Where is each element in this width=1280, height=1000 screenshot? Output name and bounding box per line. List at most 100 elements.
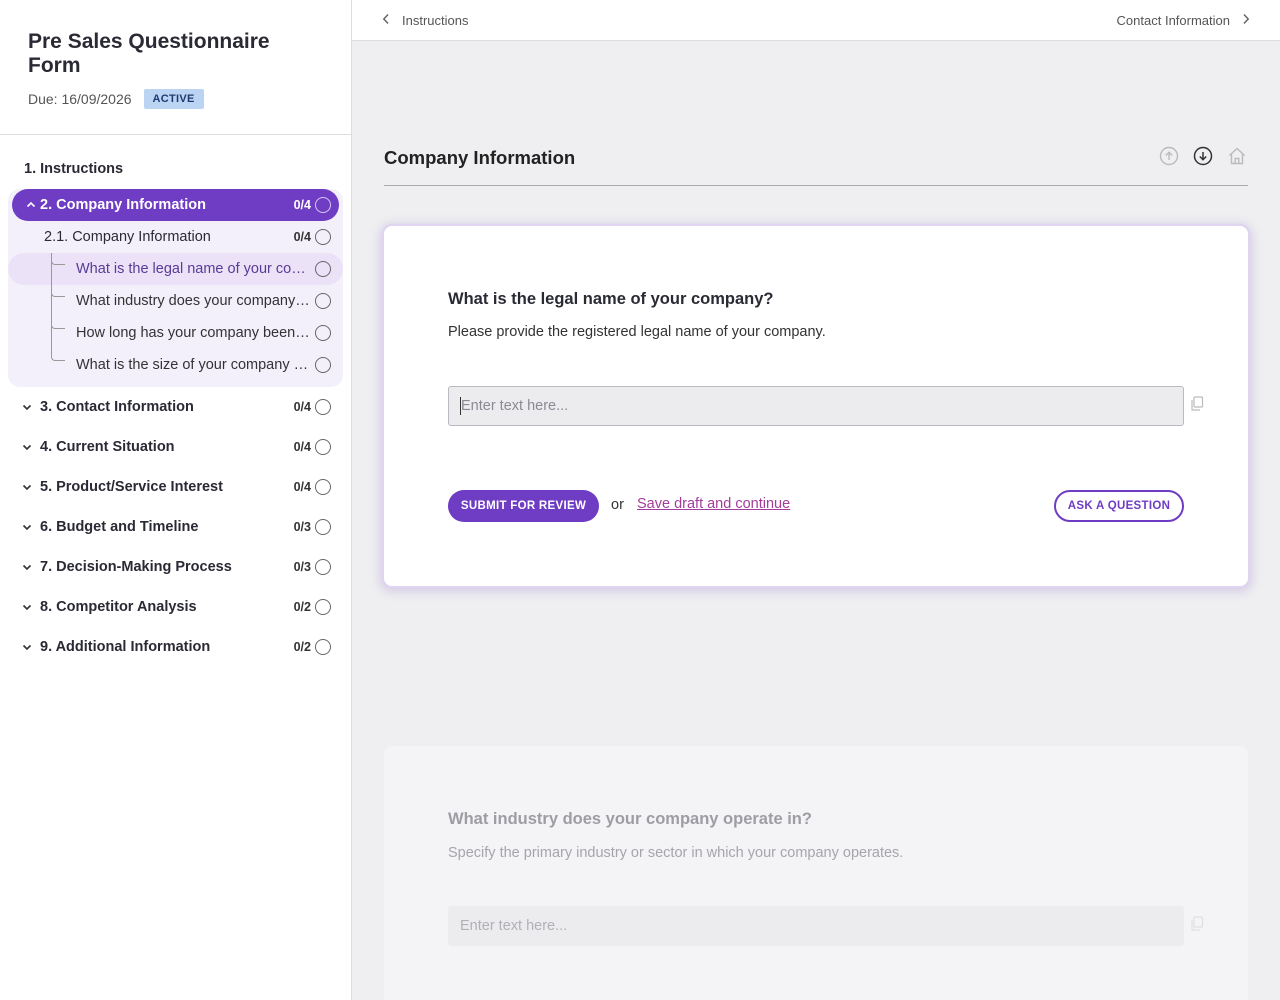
nav-question-item[interactable]: How long has your company been in busine…	[8, 317, 343, 349]
section-list: 3. Contact Information 0/4 4. Current Situ…	[0, 387, 351, 667]
due-date: Due: 16/09/2026	[28, 91, 132, 107]
nav-item-section[interactable]: 4. Current Situation 0/4	[0, 427, 351, 467]
nav-item-label: 7. Decision-Making Process	[40, 559, 232, 575]
question-title: What is the legal name of your company?	[448, 290, 774, 308]
progress-count: 0/4	[293, 230, 311, 244]
submit-for-review-button[interactable]: SUBMIT FOR REVIEW	[448, 490, 599, 522]
chevron-up-icon	[26, 200, 36, 210]
question-label: What is the size of your company (employ…	[76, 357, 310, 373]
nav-item-label: 5. Product/Service Interest	[40, 479, 223, 495]
status-badge: ACTIVE	[143, 89, 204, 109]
chevron-left-icon	[382, 12, 390, 28]
tree-branch	[51, 317, 65, 329]
nav-item-label: 8. Competitor Analysis	[40, 599, 197, 615]
top-navigation-bar: Instructions Contact Information	[352, 0, 1280, 41]
next-section-label: Contact Information	[1116, 12, 1230, 28]
question-card-active: What is the legal name of your company? …	[384, 226, 1248, 586]
nav-question-item[interactable]: What industry does your company operate …	[8, 285, 343, 317]
tree-branch	[51, 253, 65, 265]
progress-count: 0/4	[293, 198, 311, 212]
section-nav: 1. Instructions 2. Company Information 0…	[0, 135, 351, 667]
status-circle-icon	[315, 197, 331, 213]
tree-branch	[51, 349, 65, 361]
nav-item-label: 2. Company Information	[40, 197, 206, 213]
progress-count: 0/2	[293, 600, 311, 614]
copy-icon[interactable]	[1190, 396, 1204, 412]
nav-item-label: 4. Current Situation	[40, 439, 175, 455]
question-description: Specify the primary industry or sector i…	[448, 845, 904, 861]
question-description: Please provide the registered legal name…	[448, 324, 826, 340]
chevron-down-icon	[22, 562, 32, 572]
chevron-down-icon	[22, 442, 32, 452]
home-icon[interactable]	[1226, 145, 1248, 167]
prev-section-link[interactable]: Instructions	[382, 12, 468, 28]
ask-question-button[interactable]: ASK A QUESTION	[1054, 490, 1184, 522]
nav-item-section[interactable]: 9. Additional Information 0/2	[0, 627, 351, 667]
nav-item-label: 6. Budget and Timeline	[40, 519, 199, 535]
progress-count: 0/3	[293, 520, 311, 534]
chevron-down-icon	[22, 402, 32, 412]
nav-question-item[interactable]: What is the size of your company (employ…	[8, 349, 343, 381]
progress-count: 0/3	[293, 560, 311, 574]
due-row: Due: 16/09/2026 ACTIVE	[28, 89, 323, 109]
nav-item-label: 1. Instructions	[24, 161, 124, 177]
chevron-down-icon	[22, 602, 32, 612]
status-circle-icon	[315, 479, 331, 495]
main-content: Instructions Contact Information Company…	[352, 0, 1280, 1000]
subsection-label: 2.1. Company Information	[44, 229, 211, 245]
question-title: What industry does your company operate …	[448, 810, 812, 828]
status-circle-icon	[315, 599, 331, 615]
chevron-down-icon	[22, 642, 32, 652]
nav-item-label: 3. Contact Information	[40, 399, 194, 415]
status-circle-icon	[315, 639, 331, 655]
status-circle-icon	[315, 559, 331, 575]
arrow-up-circle-icon[interactable]	[1158, 145, 1180, 167]
nav-item-label: 9. Additional Information	[40, 639, 211, 655]
question-label: What industry does your company operate …	[76, 293, 310, 309]
section-controls	[1146, 145, 1248, 167]
status-circle-icon	[315, 399, 331, 415]
tree-branch	[51, 285, 65, 297]
answer-input[interactable]	[448, 386, 1184, 426]
form-header: Pre Sales Questionnaire Form Due: 16/09/…	[0, 0, 351, 135]
nav-item-section[interactable]: 6. Budget and Timeline 0/3	[0, 507, 351, 547]
status-circle-icon	[315, 439, 331, 455]
progress-count: 0/4	[293, 480, 311, 494]
nav-item-company-information[interactable]: 2. Company Information 0/4	[12, 189, 339, 221]
arrow-down-circle-icon[interactable]	[1192, 145, 1214, 167]
form-title: Pre Sales Questionnaire Form	[28, 30, 270, 77]
nav-item-section[interactable]: 5. Product/Service Interest 0/4	[0, 467, 351, 507]
nav-item-instructions[interactable]: 1. Instructions	[0, 149, 351, 189]
status-circle-icon	[315, 261, 331, 277]
active-section-group: 2. Company Information 0/4 2.1. Company …	[8, 189, 343, 387]
section-title: Company Information	[384, 147, 576, 168]
or-text: or	[611, 497, 624, 513]
nav-subsection-company-information[interactable]: 2.1. Company Information 0/4	[8, 221, 343, 253]
chevron-down-icon	[22, 482, 32, 492]
status-circle-icon	[315, 229, 331, 245]
copy-icon	[1190, 916, 1204, 932]
status-circle-icon	[315, 293, 331, 309]
section-header: Company Information	[384, 140, 1248, 186]
nav-question-item[interactable]: What is the legal name of your company?	[8, 253, 343, 285]
progress-count: 0/2	[293, 640, 311, 654]
nav-item-section[interactable]: 7. Decision-Making Process 0/3	[0, 547, 351, 587]
question-card-next: What industry does your company operate …	[384, 746, 1248, 1000]
answer-input-disabled: Enter text here...	[448, 906, 1184, 946]
status-circle-icon	[315, 325, 331, 341]
status-circle-icon	[315, 519, 331, 535]
question-label: How long has your company been in busine…	[76, 325, 310, 341]
text-caret	[460, 397, 461, 415]
chevron-down-icon	[22, 522, 32, 532]
status-circle-icon	[315, 357, 331, 373]
progress-count: 0/4	[293, 400, 311, 414]
chevron-right-icon	[1242, 12, 1250, 28]
next-section-link[interactable]: Contact Information	[1117, 12, 1250, 28]
question-label: What is the legal name of your company?	[76, 261, 310, 277]
save-draft-link[interactable]: Save draft and continue	[637, 496, 790, 512]
sidebar: Pre Sales Questionnaire Form Due: 16/09/…	[0, 0, 352, 1000]
progress-count: 0/4	[293, 440, 311, 454]
nav-item-section[interactable]: 3. Contact Information 0/4	[0, 387, 351, 427]
prev-section-label: Instructions	[402, 12, 469, 28]
nav-item-section[interactable]: 8. Competitor Analysis 0/2	[0, 587, 351, 627]
